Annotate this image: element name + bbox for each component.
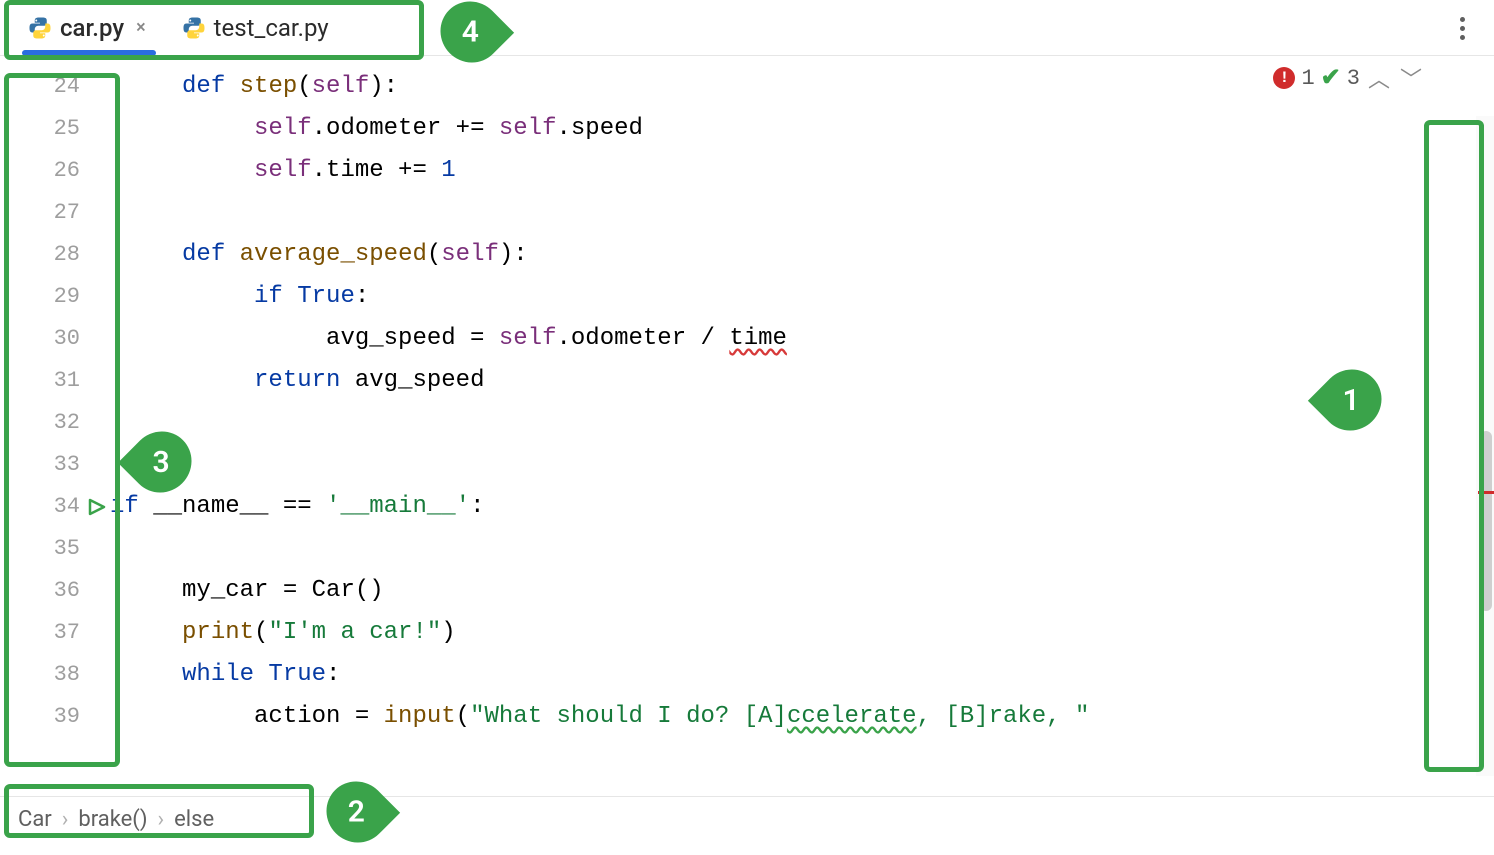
code-line[interactable]: my_car = Car()	[110, 570, 1494, 612]
code-line[interactable]: if True:	[110, 276, 1494, 318]
breadcrumb-item[interactable]: else	[174, 807, 214, 832]
scrollbar-track[interactable]	[1476, 116, 1494, 776]
breadcrumb-item[interactable]: Car	[18, 807, 52, 832]
tab-car-py[interactable]: car.py ×	[12, 4, 166, 52]
code-line[interactable]: action = input("What should I do? [A]cce…	[110, 696, 1494, 738]
python-file-icon	[182, 16, 206, 40]
line-number[interactable]: 32	[0, 402, 110, 444]
code-line[interactable]: self.time += 1	[110, 150, 1494, 192]
line-number[interactable]: 29	[0, 276, 110, 318]
tab-label: car.py	[60, 14, 124, 42]
line-number-gutter: 24252627282930313233343536373839	[0, 56, 110, 776]
run-gutter-icon[interactable]	[88, 498, 106, 516]
code-line[interactable]: def average_speed(self):	[110, 234, 1494, 276]
line-number[interactable]: 33	[0, 444, 110, 486]
line-number[interactable]: 31	[0, 360, 110, 402]
breadcrumb[interactable]: Car › brake() › else	[0, 796, 1494, 842]
python-file-icon	[28, 16, 52, 40]
error-stripe-marker[interactable]	[1478, 491, 1494, 494]
chevron-right-icon: ›	[158, 807, 165, 832]
tab-label: test_car.py	[214, 14, 329, 42]
code-line[interactable]: def step(self):	[110, 66, 1494, 108]
line-number[interactable]: 24	[0, 66, 110, 108]
scrollbar-thumb[interactable]	[1480, 431, 1492, 611]
code-line[interactable]: if __name__ == '__main__':	[110, 486, 1494, 528]
code-line[interactable]: while True:	[110, 654, 1494, 696]
code-line[interactable]	[110, 192, 1494, 234]
code-line[interactable]	[110, 444, 1494, 486]
line-number[interactable]: 34	[0, 486, 110, 528]
code-area[interactable]: ! 1 ✔ 3 ︿ ﹀ def step(self): self.odomete…	[110, 56, 1494, 776]
line-number[interactable]: 38	[0, 654, 110, 696]
tab-bar: car.py × test_car.py	[0, 0, 1494, 56]
close-tab-icon[interactable]: ×	[132, 17, 150, 38]
line-number[interactable]: 26	[0, 150, 110, 192]
chevron-right-icon: ›	[62, 807, 69, 832]
line-number[interactable]: 39	[0, 696, 110, 738]
line-number[interactable]: 35	[0, 528, 110, 570]
code-line[interactable]	[110, 528, 1494, 570]
line-number[interactable]: 37	[0, 612, 110, 654]
line-number[interactable]: 30	[0, 318, 110, 360]
more-menu-icon[interactable]	[1448, 14, 1476, 42]
line-number[interactable]: 28	[0, 234, 110, 276]
code-line[interactable]: avg_speed = self.odometer / time	[110, 318, 1494, 360]
code-line[interactable]: print("I'm a car!")	[110, 612, 1494, 654]
code-line[interactable]: self.odometer += self.speed	[110, 108, 1494, 150]
editor: 24252627282930313233343536373839 ! 1 ✔ 3…	[0, 56, 1494, 776]
breadcrumb-item[interactable]: brake()	[78, 807, 147, 832]
line-number[interactable]: 25	[0, 108, 110, 150]
line-number[interactable]: 27	[0, 192, 110, 234]
code-line[interactable]	[110, 402, 1494, 444]
code-line[interactable]: return avg_speed	[110, 360, 1494, 402]
tab-test-car-py[interactable]: test_car.py	[166, 4, 345, 52]
line-number[interactable]: 36	[0, 570, 110, 612]
